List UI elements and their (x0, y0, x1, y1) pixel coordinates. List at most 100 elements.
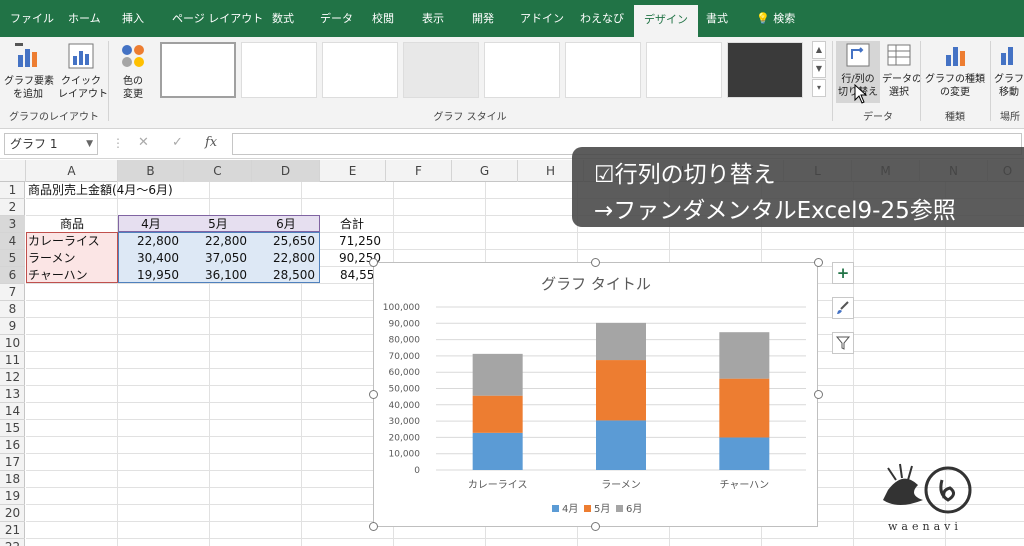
chart-filter-funnel-icon[interactable] (832, 332, 854, 354)
column-header-a[interactable]: A (26, 160, 118, 182)
tab-home[interactable]: ホーム (68, 0, 101, 37)
bar-2-3[interactable] (719, 378, 770, 438)
tab-addins[interactable]: アドイン (520, 0, 564, 37)
row-header-14[interactable]: 14 (0, 403, 25, 420)
row-header-22[interactable]: 22 (0, 539, 25, 546)
select-all-corner[interactable] (0, 160, 26, 182)
resize-handle-top-left[interactable] (369, 258, 378, 267)
row-header-20[interactable]: 20 (0, 505, 25, 522)
bar-1-1[interactable] (472, 432, 523, 470)
bar-2-2[interactable] (596, 360, 646, 421)
chart-style-8[interactable] (727, 42, 803, 98)
resize-handle-bottom[interactable] (591, 522, 600, 531)
enter-icon[interactable]: ✓ (172, 135, 183, 150)
quick-layout-button[interactable]: クイック レイアウト (58, 41, 108, 101)
tab-waenavi[interactable]: わえなび (580, 0, 624, 37)
row-header-18[interactable]: 18 (0, 471, 25, 488)
row-header-3[interactable]: 3 (0, 216, 25, 233)
chart-title[interactable]: グラフ タイトル (541, 275, 651, 293)
column-header-b[interactable]: B (118, 160, 184, 182)
tell-me-search[interactable]: 💡 検索 (756, 0, 795, 37)
bar-1-3[interactable] (719, 437, 770, 470)
chart-elements-plus-icon[interactable]: + (832, 262, 854, 284)
cell-a6[interactable]: チャーハン (28, 267, 88, 284)
tab-data[interactable]: データ (320, 0, 353, 37)
tab-formulas[interactable]: 数式 (272, 0, 294, 37)
cell-a4[interactable]: カレーライス (28, 233, 100, 250)
name-box[interactable]: グラフ 1 ▼ (4, 133, 98, 155)
select-data-button[interactable]: データの 選択 (882, 41, 922, 99)
tab-review[interactable]: 校閲 (372, 0, 394, 37)
chart-style-3[interactable] (322, 42, 398, 98)
bar-1-2[interactable] (596, 420, 646, 470)
chart-object[interactable]: グラフ タイトル 0 10,000 20,000 30,000 40,000 50,000… (373, 262, 818, 527)
row-header-5[interactable]: 5 (0, 250, 25, 267)
chart-style-1[interactable] (160, 42, 236, 98)
column-header-c[interactable]: C (184, 160, 252, 182)
tab-insert[interactable]: 挿入 (122, 0, 144, 37)
change-chart-type-button[interactable]: グラフの種類 の変更 (924, 41, 986, 99)
chart-style-5[interactable] (484, 42, 560, 98)
row-header-12[interactable]: 12 (0, 369, 25, 386)
row-header-2[interactable]: 2 (0, 199, 25, 216)
cell-c6[interactable]: 36,100 (184, 267, 252, 284)
cell-d6[interactable]: 28,500 (252, 267, 320, 284)
bar-3-1[interactable] (472, 353, 523, 396)
chart-styles-brush-icon[interactable] (832, 297, 854, 319)
cell-e4[interactable]: 71,250 (320, 233, 386, 250)
chart-style-7[interactable] (646, 42, 722, 98)
chart-style-6[interactable] (565, 42, 641, 98)
column-header-g[interactable]: G (452, 160, 518, 182)
cell-c5[interactable]: 37,050 (184, 250, 252, 267)
insert-function-icon[interactable]: fx (205, 135, 217, 150)
resize-handle-left[interactable] (369, 390, 378, 399)
row-header-11[interactable]: 11 (0, 352, 25, 369)
cell-a5[interactable]: ラーメン (28, 250, 76, 267)
row-header-9[interactable]: 9 (0, 318, 25, 335)
cell-b5[interactable]: 30,400 (118, 250, 184, 267)
row-header-16[interactable]: 16 (0, 437, 25, 454)
row-header-4[interactable]: 4 (0, 233, 25, 250)
cell-b3[interactable]: 4月 (118, 216, 184, 233)
tab-format[interactable]: 書式 (706, 0, 728, 37)
cell-a1[interactable]: 商品別売上金額(4月〜6月) (28, 182, 173, 199)
cell-c4[interactable]: 22,800 (184, 233, 252, 250)
bar-3-3[interactable] (719, 332, 770, 379)
row-header-7[interactable]: 7 (0, 284, 25, 301)
cell-b4[interactable]: 22,800 (118, 233, 184, 250)
cell-e6[interactable]: 84,55 (340, 267, 374, 284)
chart-style-2[interactable] (241, 42, 317, 98)
tab-developer[interactable]: 開発 (472, 0, 494, 37)
row-header-15[interactable]: 15 (0, 420, 25, 437)
column-header-d[interactable]: D (252, 160, 320, 182)
change-colors-button[interactable]: 色の 変更 (112, 41, 154, 101)
row-header-21[interactable]: 21 (0, 522, 25, 539)
gallery-up-icon[interactable]: ▲ (812, 41, 826, 59)
resize-handle-bottom-left[interactable] (369, 522, 378, 531)
bar-3-2[interactable] (596, 322, 646, 361)
gallery-more-icon[interactable]: ▾ (812, 79, 826, 97)
bar-2-1[interactable] (472, 395, 523, 433)
cell-d5[interactable]: 22,800 (252, 250, 320, 267)
cancel-icon[interactable]: ✕ (138, 135, 149, 150)
cell-d3[interactable]: 6月 (252, 216, 320, 233)
row-header-13[interactable]: 13 (0, 386, 25, 403)
tab-file[interactable]: ファイル (10, 0, 54, 37)
row-header-17[interactable]: 17 (0, 454, 25, 471)
column-header-e[interactable]: E (320, 160, 386, 182)
chevron-down-icon[interactable]: ▼ (86, 134, 93, 154)
cell-b6[interactable]: 19,950 (118, 267, 184, 284)
cell-d4[interactable]: 25,650 (252, 233, 320, 250)
row-header-10[interactable]: 10 (0, 335, 25, 352)
row-header-1[interactable]: 1 (0, 182, 25, 199)
cell-c3[interactable]: 5月 (184, 216, 252, 233)
cell-a3[interactable]: 商品 (26, 216, 118, 233)
resize-handle-right[interactable] (814, 390, 823, 399)
move-chart-button[interactable]: グラフの 移動 (994, 41, 1024, 99)
resize-handle-top[interactable] (591, 258, 600, 267)
row-header-19[interactable]: 19 (0, 488, 25, 505)
tab-view[interactable]: 表示 (422, 0, 444, 37)
tab-page-layout[interactable]: ページ レイアウト (172, 0, 263, 37)
row-header-8[interactable]: 8 (0, 301, 25, 318)
resize-handle-top-right[interactable] (814, 258, 823, 267)
